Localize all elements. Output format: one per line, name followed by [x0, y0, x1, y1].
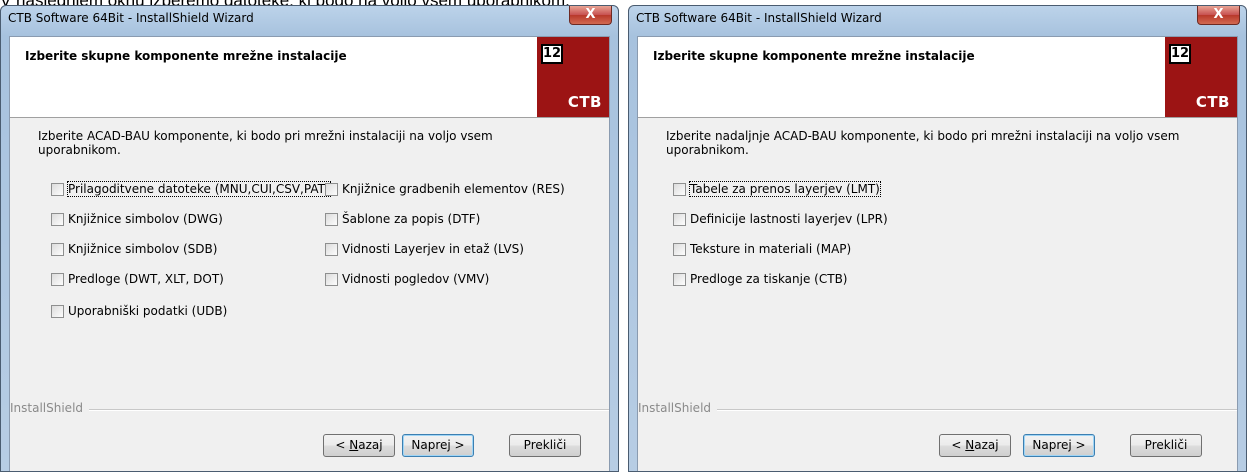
checkbox-box[interactable]	[325, 182, 338, 196]
checkbox-building-elements[interactable]: Knjižnice gradbenih elementov (RES)	[325, 181, 565, 197]
checkbox-layer-properties[interactable]: Definicije lastnosti layerjev (LPR)	[673, 211, 888, 227]
checkbox-label: Knjižnice simbolov (DWG)	[68, 212, 223, 226]
checkbox-label: Predloge (DWT, XLT, DOT)	[68, 272, 224, 286]
logo-version-badge: 12	[1169, 44, 1191, 64]
cancel-button[interactable]: Prekliči	[1130, 434, 1202, 457]
checkbox-box[interactable]	[673, 212, 686, 226]
checkbox-templates[interactable]: Predloge (DWT, XLT, DOT)	[51, 271, 224, 287]
close-button[interactable]: X	[569, 6, 612, 25]
cancel-button[interactable]: Prekliči	[509, 434, 581, 457]
checkbox-box[interactable]	[51, 212, 64, 226]
instructions-text: Izberite nadaljnje ACAD-BAU komponente, …	[666, 129, 1180, 157]
next-button[interactable]: Naprej >	[1023, 434, 1095, 457]
back-button[interactable]: < Nazaj	[939, 434, 1011, 457]
checkbox-label: Vidnosti pogledov (VMV)	[342, 272, 490, 286]
title-bar[interactable]: CTB Software 64Bit - InstallShield Wizar…	[1, 6, 618, 30]
dialog-client: Izberite skupne komponente mrežne instal…	[637, 36, 1238, 471]
title-bar[interactable]: CTB Software 64Bit - InstallShield Wizar…	[629, 6, 1246, 30]
checkbox-label: Uporabniški podatki (UDB)	[68, 304, 228, 318]
close-button[interactable]: X	[1197, 6, 1240, 25]
close-icon: X	[1213, 7, 1224, 22]
checkbox-symbol-libraries-sdb[interactable]: Knjižnice simbolov (SDB)	[51, 241, 217, 257]
checkbox-quantity-templates[interactable]: Šablone za popis (DTF)	[325, 211, 480, 227]
dialog-header: Izberite skupne komponente mrežne instal…	[10, 37, 609, 118]
ctb-logo: 12 CTB	[537, 37, 609, 117]
checkbox-box[interactable]	[325, 272, 338, 286]
logo-text: CTB	[1195, 93, 1230, 111]
installshield-divider	[638, 409, 1237, 411]
installshield-window-2: CTB Software 64Bit - InstallShield Wizar…	[628, 5, 1247, 472]
back-button[interactable]: < Nazaj	[323, 434, 395, 457]
logo-version-badge: 12	[541, 44, 563, 64]
installshield-label: InstallShield	[638, 401, 718, 415]
checkbox-custom-files[interactable]: Prilagoditvene datoteke (MNU,CUI,CSV,PAT…	[51, 181, 331, 197]
logo-text: CTB	[567, 93, 602, 111]
window-title: CTB Software 64Bit - InstallShield Wizar…	[636, 11, 882, 25]
checkbox-box[interactable]	[51, 242, 64, 256]
checkbox-plot-styles[interactable]: Predloge za tiskanje (CTB)	[673, 271, 847, 287]
checkbox-box[interactable]	[673, 242, 686, 256]
checkbox-view-visibility[interactable]: Vidnosti pogledov (VMV)	[325, 271, 489, 287]
checkbox-box[interactable]	[673, 272, 686, 286]
header-title: Izberite skupne komponente mrežne instal…	[653, 49, 975, 63]
checkbox-label: Predloge za tiskanje (CTB)	[690, 272, 848, 286]
checkbox-label: Prilagoditvene datoteke (MNU,CUI,CSV,PAT…	[67, 181, 331, 197]
checkbox-box[interactable]	[325, 242, 338, 256]
installshield-divider	[10, 409, 609, 411]
checkbox-label: Šablone za popis (DTF)	[342, 212, 481, 226]
next-button[interactable]: Naprej >	[402, 434, 474, 457]
checkbox-label: Teksture in materiali (MAP)	[690, 242, 852, 256]
instructions-text: Izberite ACAD-BAU komponente, ki bodo pr…	[38, 129, 493, 157]
checkbox-textures-materials[interactable]: Teksture in materiali (MAP)	[673, 241, 851, 257]
installshield-window-1: CTB Software 64Bit - InstallShield Wizar…	[0, 5, 619, 472]
checkbox-box[interactable]	[51, 272, 64, 286]
checkbox-label: Vidnosti Layerjev in etaž (LVS)	[342, 242, 524, 256]
checkbox-label: Knjižnice simbolov (SDB)	[68, 242, 218, 256]
close-icon: X	[585, 7, 596, 22]
ctb-logo: 12 CTB	[1165, 37, 1237, 117]
checkbox-box[interactable]	[325, 212, 338, 226]
window-title: CTB Software 64Bit - InstallShield Wizar…	[8, 11, 254, 25]
checkbox-label: Knjižnice gradbenih elementov (RES)	[342, 182, 565, 196]
checkbox-label: Tabele za prenos layerjev (LMT)	[689, 181, 881, 197]
dialog-header: Izberite skupne komponente mrežne instal…	[638, 37, 1237, 118]
header-title: Izberite skupne komponente mrežne instal…	[25, 49, 347, 63]
checkbox-label: Definicije lastnosti layerjev (LPR)	[690, 212, 888, 226]
checkbox-user-data[interactable]: Uporabniški podatki (UDB)	[51, 303, 227, 319]
checkbox-box[interactable]	[51, 182, 64, 196]
checkbox-layer-mapping[interactable]: Tabele za prenos layerjev (LMT)	[673, 181, 881, 197]
dialog-client: Izberite skupne komponente mrežne instal…	[9, 36, 610, 471]
checkbox-layer-visibility[interactable]: Vidnosti Layerjev in etaž (LVS)	[325, 241, 524, 257]
installshield-label: InstallShield	[10, 401, 90, 415]
checkbox-box[interactable]	[673, 182, 686, 196]
checkbox-symbol-libraries-dwg[interactable]: Knjižnice simbolov (DWG)	[51, 211, 223, 227]
checkbox-box[interactable]	[51, 304, 64, 318]
